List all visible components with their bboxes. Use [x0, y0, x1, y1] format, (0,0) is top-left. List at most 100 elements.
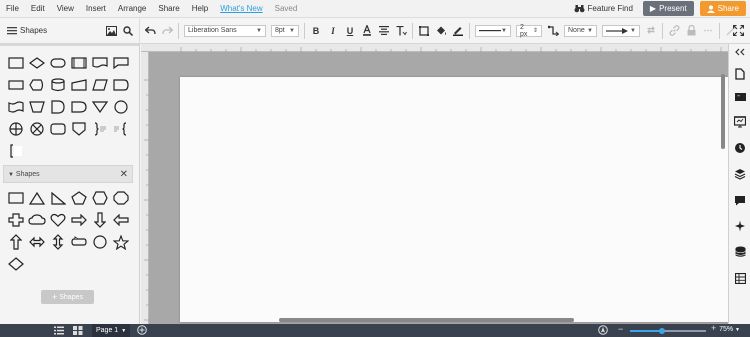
- history-icon[interactable]: [734, 142, 746, 154]
- feature-find-button[interactable]: Feature Find: [574, 4, 637, 13]
- font-size-select[interactable]: 8pt ▼: [271, 24, 299, 37]
- rectangle-shape-icon[interactable]: [5, 187, 26, 209]
- parallelogram-shape-icon[interactable]: [89, 74, 110, 96]
- merge-shape-icon[interactable]: [89, 96, 110, 118]
- drawing-page[interactable]: [180, 77, 728, 322]
- hexagon-shape-icon[interactable]: [89, 187, 110, 209]
- data-icon[interactable]: [734, 246, 746, 258]
- table-icon[interactable]: [734, 272, 746, 284]
- note-shape-icon[interactable]: [110, 52, 131, 74]
- menu-view[interactable]: View: [51, 0, 80, 18]
- triangle-shape-icon[interactable]: [26, 187, 47, 209]
- bracket-note-shape-icon[interactable]: [89, 118, 110, 140]
- presentation-icon[interactable]: [734, 116, 746, 128]
- border-style-icon[interactable]: [418, 25, 430, 37]
- zoom-slider-handle[interactable]: [658, 328, 665, 334]
- connector-shape-icon[interactable]: [110, 96, 131, 118]
- fill-color-icon[interactable]: [435, 25, 447, 37]
- text-options-icon[interactable]: [395, 25, 407, 37]
- rectangle-shape-icon[interactable]: [5, 52, 26, 74]
- grid-view-icon[interactable]: [73, 326, 83, 337]
- vertical-scrollbar[interactable]: [721, 74, 725, 149]
- more-icon[interactable]: ⋯: [702, 25, 714, 37]
- lock-icon[interactable]: [685, 25, 697, 37]
- process-shape-icon[interactable]: [68, 52, 89, 74]
- vertical-double-arrow-shape-icon[interactable]: [47, 231, 68, 253]
- double-arrow-shape-icon[interactable]: [26, 231, 47, 253]
- manual-input-shape-icon[interactable]: [68, 74, 89, 96]
- callout-shape-icon[interactable]: [68, 231, 89, 253]
- drum-shape-icon[interactable]: [47, 74, 68, 96]
- shapes-section-header[interactable]: ▼ Shapes ✕: [3, 165, 133, 183]
- align-center-icon[interactable]: [378, 25, 390, 37]
- diamond-shape-icon[interactable]: [26, 52, 47, 74]
- chat-icon[interactable]: [734, 194, 746, 206]
- horizontal-scrollbar[interactable]: [279, 318, 574, 322]
- swap-arrows-icon[interactable]: ⇄: [645, 25, 657, 37]
- zoom-level[interactable]: 75% ▼: [719, 326, 740, 333]
- font-family-select[interactable]: Liberation Sans ▼: [184, 24, 266, 37]
- delay-rounded-shape-icon[interactable]: [47, 96, 68, 118]
- diamond-shape-icon[interactable]: [5, 253, 26, 275]
- layers-icon[interactable]: [734, 168, 746, 180]
- heart-shape-icon[interactable]: [47, 209, 68, 231]
- menu-whats-new-link[interactable]: What's New: [214, 0, 268, 18]
- line-end-select[interactable]: ▼: [602, 24, 640, 37]
- redo-icon[interactable]: [161, 25, 173, 37]
- loop-limit-shape-icon[interactable]: [68, 96, 89, 118]
- undo-icon[interactable]: [144, 25, 156, 37]
- tape-shape-icon[interactable]: [5, 96, 26, 118]
- link-icon[interactable]: [668, 25, 680, 37]
- summing-junction-shape-icon[interactable]: [26, 118, 47, 140]
- page-properties-icon[interactable]: [734, 68, 746, 80]
- navigate-icon[interactable]: [598, 325, 608, 337]
- shapes-menu-icon[interactable]: [7, 26, 17, 35]
- text-color-icon[interactable]: [361, 25, 373, 37]
- arrow-left-shape-icon[interactable]: [110, 209, 131, 231]
- close-icon[interactable]: ✕: [120, 169, 128, 180]
- menu-insert[interactable]: Insert: [80, 0, 112, 18]
- comments-icon[interactable]: ": [734, 92, 746, 104]
- page-tab[interactable]: Page 1 ▼: [92, 324, 131, 337]
- octagon-shape-icon[interactable]: [110, 187, 131, 209]
- cross-shape-icon[interactable]: [5, 209, 26, 231]
- zoom-in-icon[interactable]: +: [711, 323, 716, 333]
- brace-note-shape-icon[interactable]: [110, 118, 131, 140]
- document-shape-icon[interactable]: [89, 52, 110, 74]
- italic-icon[interactable]: I: [327, 25, 339, 37]
- star-shape-icon[interactable]: [110, 231, 131, 253]
- line-style-select[interactable]: ▼: [475, 24, 511, 37]
- circle-shape-icon[interactable]: [89, 231, 110, 253]
- arrow-right-shape-icon[interactable]: [68, 209, 89, 231]
- add-shapes-button[interactable]: + Shapes: [41, 290, 94, 304]
- terminator-shape-icon[interactable]: [47, 52, 68, 74]
- zoom-slider[interactable]: [630, 328, 706, 334]
- delay-shape-icon[interactable]: [110, 74, 131, 96]
- stored-data-shape-icon[interactable]: [47, 118, 68, 140]
- image-icon[interactable]: [106, 25, 117, 36]
- display-shape-icon[interactable]: [26, 74, 47, 96]
- menu-help[interactable]: Help: [186, 0, 214, 18]
- trapezoid-shape-icon[interactable]: [26, 96, 47, 118]
- cloud-shape-icon[interactable]: [26, 209, 47, 231]
- connector-style-icon[interactable]: [547, 25, 559, 37]
- search-icon[interactable]: [123, 25, 133, 36]
- pentagon-shape-icon[interactable]: [68, 187, 89, 209]
- fullscreen-icon[interactable]: [732, 24, 745, 38]
- present-button[interactable]: ▶ Present: [642, 1, 694, 16]
- canvas-area[interactable]: [141, 44, 728, 324]
- menu-file[interactable]: File: [0, 0, 25, 18]
- arrow-up-shape-icon[interactable]: [5, 231, 26, 253]
- menu-arrange[interactable]: Arrange: [112, 0, 152, 18]
- arrow-down-shape-icon[interactable]: [89, 209, 110, 231]
- bold-icon[interactable]: B: [310, 25, 322, 37]
- underline-icon[interactable]: U: [344, 25, 356, 37]
- off-page-shape-icon[interactable]: [68, 118, 89, 140]
- menu-edit[interactable]: Edit: [25, 0, 51, 18]
- line-width-select[interactable]: 2 px ⇕: [516, 24, 542, 38]
- list-view-icon[interactable]: [54, 326, 64, 337]
- add-page-icon[interactable]: [137, 325, 147, 337]
- bracket-shape-icon[interactable]: [5, 140, 26, 162]
- or-shape-icon[interactable]: [5, 118, 26, 140]
- share-button[interactable]: Share: [699, 1, 746, 16]
